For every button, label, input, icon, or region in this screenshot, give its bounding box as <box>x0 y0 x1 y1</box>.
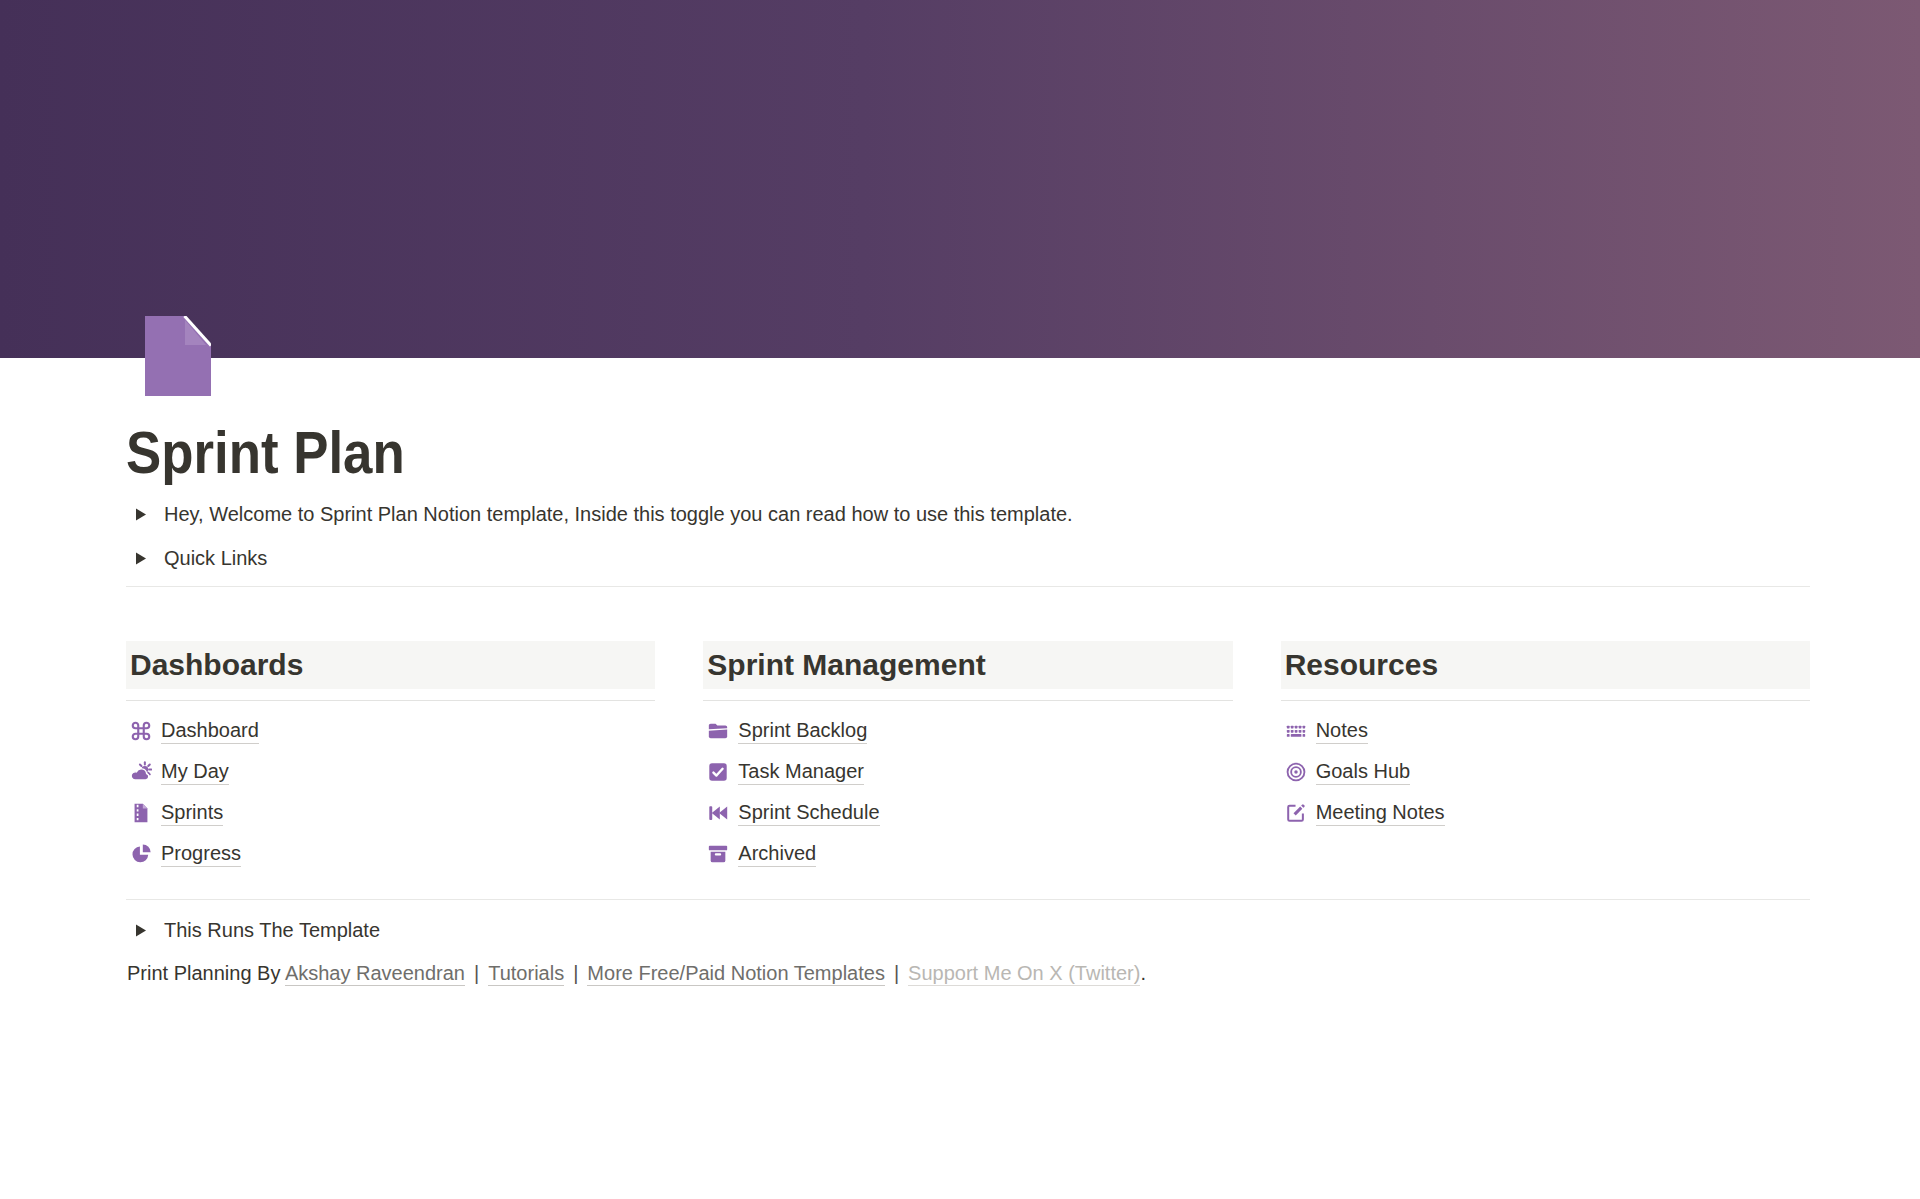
footer-separator: | <box>885 962 908 984</box>
column-heading: Resources <box>1281 641 1810 689</box>
toggle-label: Hey, Welcome to Sprint Plan Notion templ… <box>164 503 1073 526</box>
page-link[interactable]: Meeting Notes <box>1281 792 1810 833</box>
column-heading: Dashboards <box>126 641 655 689</box>
footer-link[interactable]: Tutorials <box>488 962 564 986</box>
toggle-block[interactable]: Quick Links <box>126 536 1810 580</box>
page-link-label: Dashboard <box>161 717 259 744</box>
checkbox-icon <box>707 761 729 783</box>
toggle-label: This Runs The Template <box>164 919 380 942</box>
page-link[interactable]: Notes <box>1281 710 1810 751</box>
column-divider <box>1281 700 1810 701</box>
column: Resources Notes Goals Hub Meeting Notes <box>1281 641 1810 874</box>
document-icon <box>130 802 152 824</box>
page-link-label: Goals Hub <box>1316 758 1411 785</box>
footer-link[interactable]: More Free/Paid Notion Templates <box>587 962 885 986</box>
page-link-label: My Day <box>161 758 229 785</box>
footer-separator: | <box>465 962 488 984</box>
link-list: Dashboard My Day Sprints Progress <box>126 710 655 874</box>
archive-box-icon <box>707 843 729 865</box>
divider <box>126 899 1810 900</box>
toggle-label: Quick Links <box>164 547 267 570</box>
page-link[interactable]: Sprints <box>126 792 655 833</box>
target-icon <box>1285 761 1307 783</box>
footer-separator: | <box>564 962 587 984</box>
page-link-label: Sprint Schedule <box>738 799 879 826</box>
footer-suffix: . <box>1140 962 1146 984</box>
footer-prefix: Print Planning By <box>127 962 285 984</box>
column-divider <box>126 700 655 701</box>
divider <box>126 586 1810 587</box>
pie-chart-icon <box>130 843 152 865</box>
bottom-toggle: This Runs The Template <box>126 908 1810 952</box>
footer-link[interactable]: Support Me On X (Twitter) <box>908 962 1140 986</box>
footer: Print Planning By Akshay Raveendran|Tuto… <box>126 958 1810 988</box>
page-link-label: Progress <box>161 840 241 867</box>
toggle-arrow-icon[interactable] <box>129 552 153 565</box>
page-link-label: Sprint Backlog <box>738 717 867 744</box>
page-link[interactable]: Task Manager <box>703 751 1232 792</box>
page-link[interactable]: Sprint Schedule <box>703 792 1232 833</box>
column-divider <box>703 700 1232 701</box>
page-title: Sprint Plan <box>126 358 1608 486</box>
page-link[interactable]: Archived <box>703 833 1232 874</box>
page-link[interactable]: My Day <box>126 751 655 792</box>
page-link[interactable]: Dashboard <box>126 710 655 751</box>
toggle-arrow-icon[interactable] <box>129 924 153 937</box>
footer-link[interactable]: Akshay Raveendran <box>285 962 465 986</box>
page-content: Sprint Plan Hey, Welcome to Sprint Plan … <box>0 358 1920 988</box>
sun-behind-cloud-icon <box>130 761 152 783</box>
page-link-label: Meeting Notes <box>1316 799 1445 826</box>
link-list: Sprint Backlog Task Manager Sprint Sched… <box>703 710 1232 874</box>
columns: Dashboards Dashboard My Day Sprints Prog… <box>126 641 1810 874</box>
toggle-list: Hey, Welcome to Sprint Plan Notion templ… <box>126 492 1810 580</box>
toggle-block[interactable]: Hey, Welcome to Sprint Plan Notion templ… <box>126 492 1810 536</box>
page-link[interactable]: Goals Hub <box>1281 751 1810 792</box>
rewind-icon <box>707 802 729 824</box>
page-link-label: Archived <box>738 840 816 867</box>
folder-icon <box>707 720 729 742</box>
keyboard-icon <box>1285 720 1307 742</box>
page-link-label: Notes <box>1316 717 1368 744</box>
page-link-label: Task Manager <box>738 758 864 785</box>
page-link[interactable]: Progress <box>126 833 655 874</box>
toggle-block[interactable]: This Runs The Template <box>126 908 1810 952</box>
toggle-arrow-icon[interactable] <box>129 508 153 521</box>
page-link-label: Sprints <box>161 799 223 826</box>
column: Sprint Management Sprint Backlog Task Ma… <box>703 641 1232 874</box>
edit-square-icon <box>1285 802 1307 824</box>
column-heading: Sprint Management <box>703 641 1232 689</box>
column: Dashboards Dashboard My Day Sprints Prog… <box>126 641 655 874</box>
cover-image[interactable] <box>0 0 1920 358</box>
page-link[interactable]: Sprint Backlog <box>703 710 1232 751</box>
link-list: Notes Goals Hub Meeting Notes <box>1281 710 1810 833</box>
command-icon <box>130 720 152 742</box>
